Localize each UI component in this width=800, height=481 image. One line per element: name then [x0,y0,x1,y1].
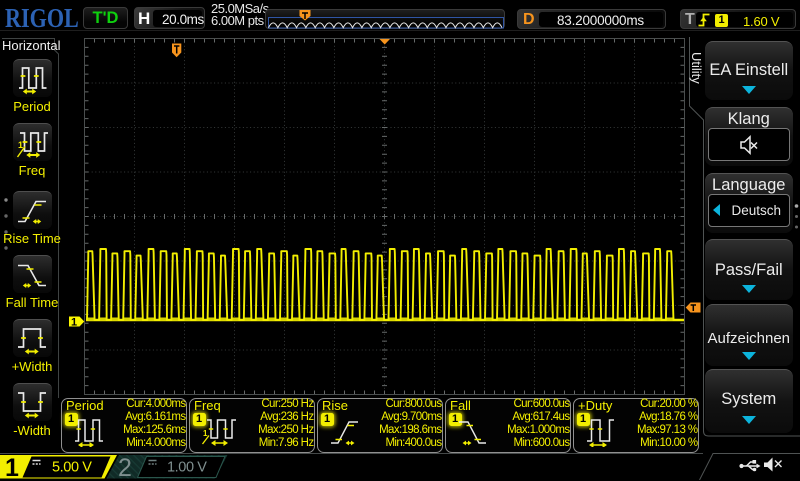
svg-text:1: 1 [71,317,77,329]
svg-text:1: 1 [5,454,19,480]
svg-text:5.00 V: 5.00 V [52,460,92,476]
svg-text:1: 1 [203,429,208,438]
svg-text:1.00 V: 1.00 V [167,460,207,476]
svg-text:2: 2 [118,454,132,480]
